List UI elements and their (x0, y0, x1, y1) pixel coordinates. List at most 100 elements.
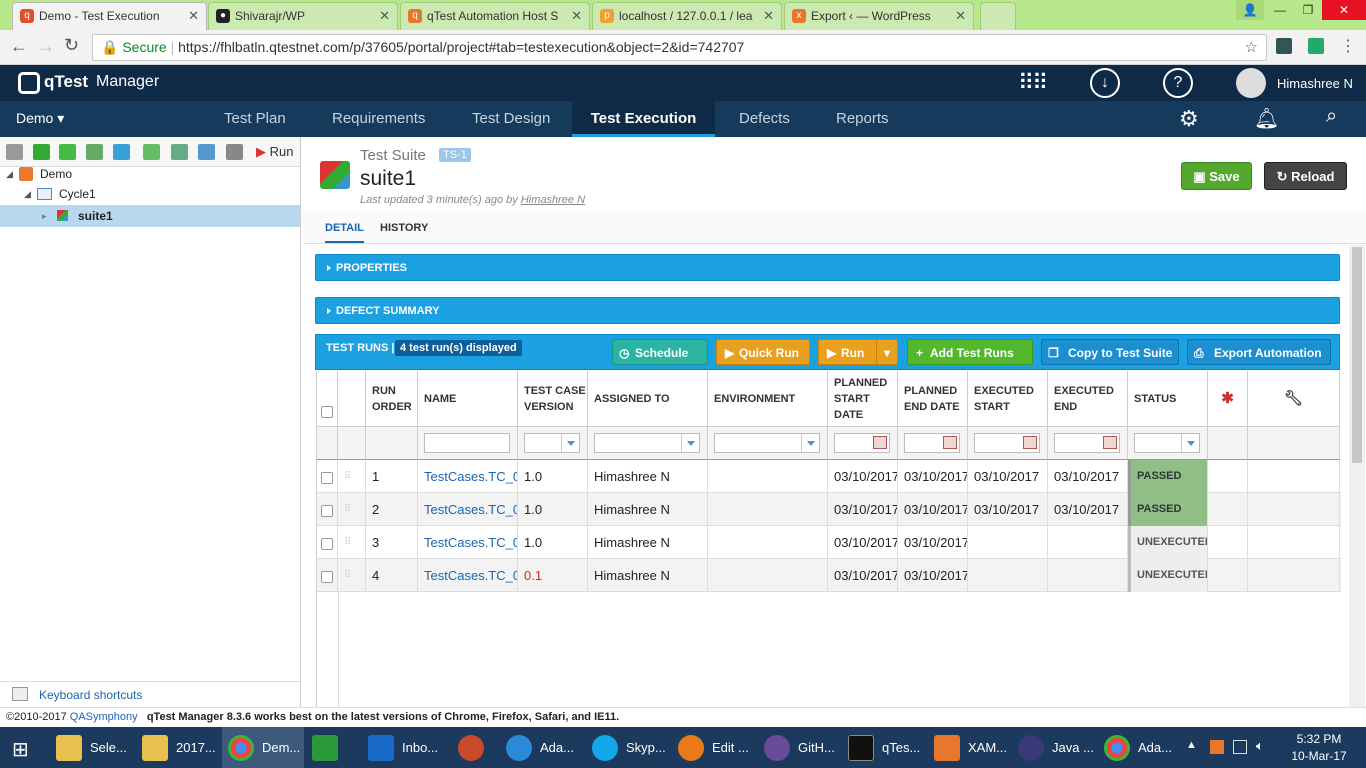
header-test-case-version[interactable]: TEST CASE VERSION (518, 371, 588, 427)
header-executed-start[interactable]: EXECUTED START (968, 371, 1048, 427)
add-child-icon[interactable] (59, 144, 76, 160)
xampp-tray-icon[interactable] (1210, 740, 1224, 754)
drag-handle-icon[interactable]: ⠿ (338, 559, 366, 592)
table-row[interactable]: ⠿ 1 TestCases.TC_00 1.0 Himashree N 03/1… (317, 460, 1341, 493)
tab-test-execution[interactable]: Test Execution (572, 101, 715, 137)
table-row[interactable]: ⠿ 3 TestCases.TC_00 1.0 Himashree N 03/1… (317, 526, 1341, 559)
schedule-button[interactable]: ◷ Schedule (612, 339, 708, 365)
tab-history[interactable]: HISTORY (380, 222, 428, 234)
company-link[interactable]: QASymphony (70, 711, 138, 723)
taskbar-item[interactable]: Skyp... (586, 727, 670, 768)
header-status[interactable]: STATUS (1128, 371, 1208, 427)
taskbar-item[interactable]: Java ... (1012, 727, 1096, 768)
copy-to-test-suite-button[interactable]: ❐ Copy to Test Suite (1041, 339, 1179, 365)
browser-tab-github[interactable]: ● Shivarajr/WP ✕ (208, 2, 398, 30)
row-checkbox[interactable] (321, 537, 333, 550)
clock-time[interactable]: 5:32 PM (1280, 732, 1358, 746)
taskbar-item[interactable]: Ada... (1098, 727, 1182, 768)
avatar[interactable] (1236, 68, 1266, 98)
extension-icon[interactable] (1276, 38, 1292, 54)
header-run-order[interactable]: RUN ORDER (366, 371, 418, 427)
calendar-icon[interactable] (1103, 436, 1117, 449)
add-test-runs-button[interactable]: + Add Test Runs (907, 339, 1033, 365)
table-row[interactable]: ⠿ 2 TestCases.TC_00 1.0 Himashree N 03/1… (317, 493, 1341, 526)
export-automation-button[interactable]: ⎙ Export Automation (1187, 339, 1331, 365)
row-checkbox[interactable] (321, 504, 333, 517)
select-all-checkbox[interactable] (321, 406, 333, 418)
calendar-icon[interactable] (943, 436, 957, 449)
updated-by-link[interactable]: Himashree N (521, 194, 585, 206)
cell-name-link[interactable]: TestCases.TC_00 (418, 526, 518, 559)
download-icon[interactable]: ↓ (1090, 68, 1120, 98)
close-tab-icon[interactable]: ✕ (955, 8, 966, 24)
tab-reports[interactable]: Reports (836, 101, 889, 137)
taskbar-item[interactable]: Inbo... (362, 727, 444, 768)
gear-icon[interactable]: ⚙ (1179, 106, 1199, 132)
new-release-icon[interactable] (6, 144, 23, 160)
bookmark-star-icon[interactable]: ☆ (1245, 35, 1258, 60)
keyboard-shortcuts-link[interactable]: Keyboard shortcuts (39, 688, 142, 702)
taskbar-item[interactable]: Sele... (50, 727, 134, 768)
windows-start-icon[interactable]: ⊞ (12, 737, 29, 762)
taskbar-item[interactable]: 2017... (136, 727, 220, 768)
save-button[interactable]: ▣ Save (1181, 162, 1252, 190)
table-row[interactable]: ⠿ 4 TestCases.TC_00 0.1 Himashree N 03/1… (317, 559, 1341, 592)
reload-button[interactable]: ↻ Reload (1264, 162, 1347, 190)
export-icon[interactable] (198, 144, 215, 160)
maximize-button[interactable]: ❐ (1294, 0, 1322, 20)
tree-item-suite1[interactable]: ▸ suite1 (0, 205, 300, 227)
chevron-right-icon[interactable]: ▸ (42, 205, 47, 227)
tray-chevron-icon[interactable]: ▲ (1186, 739, 1197, 751)
filter-icon[interactable] (113, 144, 130, 160)
help-icon[interactable]: ? (1163, 68, 1193, 98)
new-tab-button[interactable] (980, 2, 1016, 30)
environment-filter-select[interactable] (714, 433, 820, 453)
run-button[interactable]: ▶ Run (256, 144, 293, 160)
add-icon[interactable] (33, 144, 50, 160)
url-field[interactable]: 🔒 Secure | https://fhlbatln.qtestnet.com… (92, 34, 1267, 61)
defect-summary-section[interactable]: DEFECT SUMMARY (315, 297, 1340, 324)
menu-icon[interactable]: ⋮ (1340, 36, 1356, 56)
taskbar-item[interactable] (306, 727, 350, 768)
taskbar-item[interactable]: Dem... (222, 727, 304, 768)
profile-icon[interactable]: 👤 (1236, 0, 1264, 20)
drag-handle-icon[interactable]: ⠿ (338, 526, 366, 559)
cell-name-link[interactable]: TestCases.TC_00 (418, 559, 518, 592)
forward-icon[interactable]: → (37, 36, 55, 57)
taskbar-item[interactable]: XAM... (928, 727, 1012, 768)
run-dropdown-button[interactable]: ▾ (876, 339, 898, 365)
taskbar-item[interactable]: Ada... (500, 727, 584, 768)
executed-start-filter[interactable] (974, 433, 1040, 453)
planned-start-filter[interactable] (834, 433, 890, 453)
close-tab-icon[interactable]: ✕ (763, 8, 774, 24)
header-planned-start-date[interactable]: PLANNED START DATE (828, 371, 898, 427)
tab-requirements[interactable]: Requirements (332, 101, 425, 137)
taskbar-item[interactable] (452, 727, 496, 768)
assigned-filter-select[interactable] (594, 433, 700, 453)
bell-icon[interactable]: 🔔︎ (1254, 106, 1279, 131)
header-planned-end-date[interactable]: PLANNED END DATE (898, 371, 968, 427)
tab-defects[interactable]: Defects (739, 101, 790, 137)
refresh-icon[interactable] (143, 144, 160, 160)
properties-section[interactable]: PROPERTIES (315, 254, 1340, 281)
group-icon[interactable] (86, 144, 103, 160)
minimize-button[interactable]: — (1266, 0, 1294, 20)
extension-icon[interactable] (1308, 38, 1324, 54)
drag-handle-icon[interactable]: ⠿ (338, 493, 366, 526)
volume-icon[interactable]: 🔈︎ (1256, 738, 1264, 754)
reload-icon[interactable]: ↻ (64, 35, 79, 56)
tree-item-demo[interactable]: ◢ Demo (0, 163, 300, 185)
close-tab-icon[interactable]: ✕ (188, 8, 199, 24)
row-checkbox[interactable] (321, 471, 333, 484)
calendar-icon[interactable] (1023, 436, 1037, 449)
header-environment[interactable]: ENVIRONMENT (708, 371, 828, 427)
copy-icon[interactable] (171, 144, 188, 160)
tab-test-design[interactable]: Test Design (472, 101, 550, 137)
header-name[interactable]: NAME (418, 371, 518, 427)
close-window-button[interactable]: ✕ (1322, 0, 1366, 20)
back-icon[interactable]: ← (10, 36, 28, 57)
close-tab-icon[interactable]: ✕ (571, 8, 582, 24)
tab-test-plan[interactable]: Test Plan (224, 101, 286, 137)
clock-date[interactable]: 10-Mar-17 (1280, 749, 1358, 763)
scrollbar-thumb[interactable] (1352, 247, 1362, 463)
